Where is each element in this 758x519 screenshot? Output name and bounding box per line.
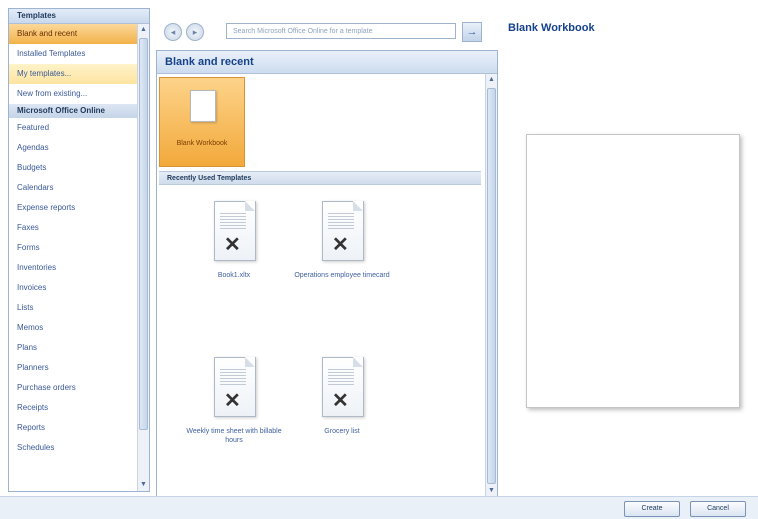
template-label: Operations employee timecard <box>294 272 390 279</box>
nav-item-my-templates[interactable]: My templates... <box>9 64 149 84</box>
nav-item-calendars[interactable]: Calendars <box>9 178 149 198</box>
gallery-scrollbar-thumb[interactable] <box>487 88 496 484</box>
template-item[interactable]: ✕ Operations employee timecard <box>287 201 397 280</box>
excel-template-icon: ✕ <box>210 201 258 263</box>
nav-item-lists[interactable]: Lists <box>9 298 149 318</box>
blank-workbook-label: Blank Workbook <box>176 140 228 147</box>
templates-nav-header: Templates <box>9 9 149 24</box>
search-toolbar: ◂ ▸ Search Microsoft Office Online for a… <box>156 20 486 44</box>
template-label: Weekly time sheet with billable hours <box>186 428 282 444</box>
nav-item-plans[interactable]: Plans <box>9 338 149 358</box>
excel-template-icon: ✕ <box>318 201 366 263</box>
template-search-input[interactable]: Search Microsoft Office Online for a tem… <box>226 23 456 39</box>
nav-item-blank-and-recent[interactable]: Blank and recent <box>9 24 149 44</box>
scroll-up-arrow-icon[interactable]: ▲ <box>138 24 149 36</box>
nav-item-memos[interactable]: Memos <box>9 318 149 338</box>
nav-item-reports[interactable]: Reports <box>9 418 149 438</box>
nav-item-purchase-orders[interactable]: Purchase orders <box>9 378 149 398</box>
recent-templates-header: Recently Used Templates <box>159 171 481 185</box>
dialog-footer: Create Cancel <box>0 496 758 519</box>
forward-arrow-icon[interactable]: ▸ <box>186 23 204 41</box>
nav-scrollbar-thumb[interactable] <box>139 38 148 430</box>
nav-item-new-from-existing[interactable]: New from existing... <box>9 84 149 104</box>
preview-title: Blank Workbook <box>508 22 595 34</box>
nav-item-expense-reports[interactable]: Expense reports <box>9 198 149 218</box>
template-label: Book1.xltx <box>217 272 251 279</box>
excel-template-icon: ✕ <box>210 357 258 419</box>
scroll-up-arrow-icon[interactable]: ▲ <box>486 74 497 86</box>
nav-item-forms[interactable]: Forms <box>9 238 149 258</box>
templates-nav-pane: Templates Blank and recent Installed Tem… <box>8 8 150 492</box>
workbook-preview-image <box>526 134 740 408</box>
template-item[interactable]: ✕ Book1.xltx <box>179 201 289 280</box>
nav-item-budgets[interactable]: Budgets <box>9 158 149 178</box>
blank-document-icon <box>190 90 216 122</box>
nav-item-receipts[interactable]: Receipts <box>9 398 149 418</box>
template-label: Grocery list <box>324 428 360 435</box>
scroll-down-arrow-icon[interactable]: ▼ <box>138 479 149 491</box>
cancel-button[interactable]: Cancel <box>690 501 746 517</box>
blank-workbook-tile[interactable]: Blank Workbook <box>159 77 245 167</box>
nav-item-invoices[interactable]: Invoices <box>9 278 149 298</box>
nav-item-schedules[interactable]: Schedules <box>9 438 149 458</box>
nav-section-office-online: Microsoft Office Online <box>9 104 149 118</box>
template-item[interactable]: ✕ Weekly time sheet with billable hours <box>179 357 289 445</box>
preview-pane: Blank Workbook <box>504 18 752 488</box>
templates-gallery: Blank and recent Blank Workbook Recently… <box>156 50 498 498</box>
gallery-title: Blank and recent <box>157 51 497 74</box>
template-item[interactable]: ✕ Grocery list <box>287 357 397 436</box>
nav-item-installed-templates[interactable]: Installed Templates <box>9 44 149 64</box>
search-go-button[interactable]: → <box>462 22 482 42</box>
nav-item-agendas[interactable]: Agendas <box>9 138 149 158</box>
create-button[interactable]: Create <box>624 501 680 517</box>
nav-item-inventories[interactable]: Inventories <box>9 258 149 278</box>
nav-item-planners[interactable]: Planners <box>9 358 149 378</box>
excel-template-icon: ✕ <box>318 357 366 419</box>
gallery-scrollbar[interactable]: ▲ ▼ <box>485 74 497 497</box>
back-arrow-icon[interactable]: ◂ <box>164 23 182 41</box>
nav-item-featured[interactable]: Featured <box>9 118 149 138</box>
nav-item-faxes[interactable]: Faxes <box>9 218 149 238</box>
nav-scrollbar[interactable]: ▲ ▼ <box>137 24 149 491</box>
